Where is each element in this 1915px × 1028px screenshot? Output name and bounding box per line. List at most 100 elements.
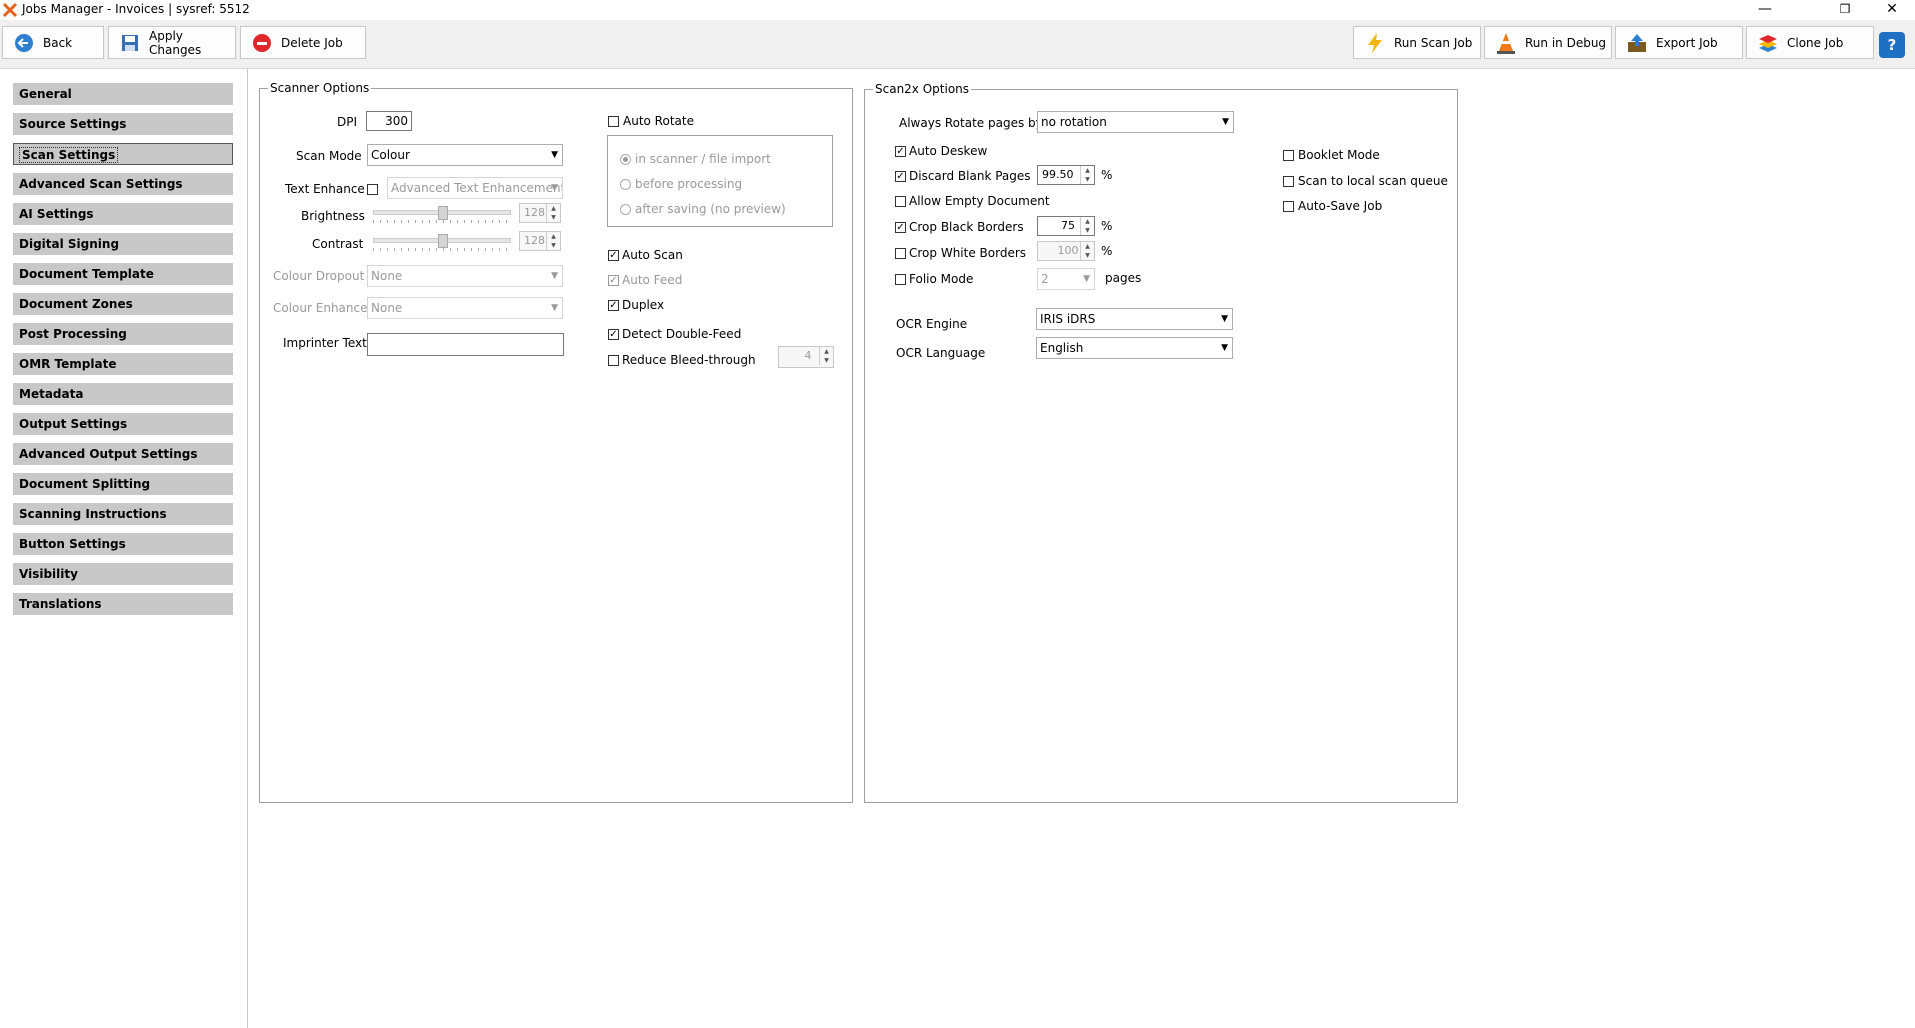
- rotate-before-processing-radio[interactable]: [620, 179, 631, 190]
- chevron-down-icon: ▼: [551, 271, 558, 281]
- detect-double-feed-checkbox[interactable]: ✓: [608, 329, 619, 340]
- sidebar-item-document-splitting[interactable]: Document Splitting: [13, 473, 233, 495]
- restore-button[interactable]: ❐: [1822, 0, 1868, 20]
- text-enhance-label: Text Enhance: [285, 182, 365, 196]
- discard-blank-label: Discard Blank Pages: [909, 169, 1031, 183]
- imprinter-text-label: Imprinter Text: [283, 336, 367, 350]
- auto-feed-checkbox[interactable]: ✓: [608, 275, 619, 286]
- sidebar-item-document-zones[interactable]: Document Zones: [13, 293, 233, 315]
- dpi-input[interactable]: 300: [366, 111, 412, 131]
- reduce-bleed-checkbox[interactable]: [608, 355, 619, 366]
- layers-icon: [1757, 32, 1779, 54]
- sidebar-item-advanced-output-settings[interactable]: Advanced Output Settings: [13, 443, 233, 465]
- crop-white-percent: %: [1101, 244, 1113, 258]
- colour-enhance-label: Colour Enhance: [273, 301, 368, 315]
- back-button[interactable]: Back: [2, 26, 104, 59]
- allow-empty-checkbox[interactable]: [895, 196, 906, 207]
- dpi-label: DPI: [337, 115, 358, 129]
- sidebar-item-metadata[interactable]: Metadata: [13, 383, 233, 405]
- sidebar-item-omr-template[interactable]: OMR Template: [13, 353, 233, 375]
- ocr-language-select[interactable]: English ▼: [1036, 337, 1233, 359]
- crop-black-label: Crop Black Borders: [909, 220, 1024, 234]
- run-scan-job-button[interactable]: Run Scan Job: [1353, 26, 1481, 59]
- colour-dropout-label: Colour Dropout: [273, 269, 365, 283]
- traffic-cone-icon: [1495, 32, 1517, 54]
- sidebar-item-post-processing[interactable]: Post Processing: [13, 323, 233, 345]
- close-window-button[interactable]: ✕: [1869, 0, 1915, 20]
- auto-deskew-checkbox[interactable]: ✓: [895, 146, 906, 157]
- run-in-debug-button[interactable]: Run in Debug: [1484, 26, 1612, 59]
- minimize-button[interactable]: —: [1742, 0, 1788, 20]
- crop-white-label: Crop White Borders: [909, 246, 1027, 260]
- title-bar: Jobs Manager - Invoices | sysref: 5512 —…: [0, 0, 1915, 20]
- sidebar-item-translations[interactable]: Translations: [13, 593, 233, 615]
- sidebar-item-button-settings[interactable]: Button Settings: [13, 533, 233, 555]
- crop-white-checkbox[interactable]: [895, 248, 906, 259]
- sidebar-item-advanced-scan-settings[interactable]: Advanced Scan Settings: [13, 173, 233, 195]
- crop-black-spinner[interactable]: 75 ▲ ▼: [1037, 216, 1095, 236]
- auto-scan-checkbox[interactable]: ✓: [608, 250, 619, 261]
- colour-enhance-select[interactable]: None ▼: [367, 297, 563, 319]
- auto-rotate-checkbox[interactable]: [608, 116, 619, 127]
- imprinter-text-input[interactable]: [367, 333, 564, 356]
- brightness-label: Brightness: [301, 209, 365, 223]
- chevron-down-icon: ▼: [1221, 343, 1228, 353]
- bleed-through-spinner[interactable]: 4 ▲ ▼: [778, 346, 834, 368]
- rotate-after-saving-radio[interactable]: [620, 204, 631, 215]
- clone-job-button[interactable]: Clone Job: [1746, 26, 1874, 59]
- folio-pages-select[interactable]: 2 ▼: [1037, 268, 1095, 290]
- contrast-spinner[interactable]: 128 ▲ ▼: [519, 231, 561, 251]
- folio-mode-checkbox[interactable]: [895, 274, 906, 285]
- chevron-down-icon: ▼: [1222, 117, 1229, 127]
- sidebar-item-document-template[interactable]: Document Template: [13, 263, 233, 285]
- scanner-options-title: Scanner Options: [268, 81, 372, 95]
- brightness-slider[interactable]: [373, 206, 511, 226]
- text-enhance-checkbox[interactable]: [367, 184, 378, 195]
- sidebar-item-output-settings[interactable]: Output Settings: [13, 413, 233, 435]
- brightness-spinner[interactable]: 128 ▲ ▼: [519, 203, 561, 223]
- discard-blank-checkbox[interactable]: ✓: [895, 171, 906, 182]
- crop-white-spinner[interactable]: 100 ▲ ▼: [1037, 241, 1095, 261]
- auto-feed-label: Auto Feed: [622, 273, 683, 287]
- sidebar-item-digital-signing[interactable]: Digital Signing: [13, 233, 233, 255]
- auto-save-label: Auto-Save Job: [1298, 199, 1383, 213]
- colour-dropout-select[interactable]: None ▼: [367, 265, 563, 287]
- rotate-after-saving-label: after saving (no preview): [635, 202, 786, 216]
- sidebar-item-source-settings[interactable]: Source Settings: [13, 113, 233, 135]
- sidebar-item-general[interactable]: General: [13, 83, 233, 105]
- discard-blank-percent: %: [1101, 168, 1113, 182]
- rotate-before-processing-label: before processing: [635, 177, 743, 191]
- help-button[interactable]: ?: [1879, 32, 1905, 58]
- booklet-mode-checkbox[interactable]: [1283, 150, 1294, 161]
- chevron-down-icon: ▼: [1221, 314, 1228, 324]
- auto-rotate-label: Auto Rotate: [623, 114, 694, 128]
- export-icon: [1626, 32, 1648, 54]
- ocr-engine-select[interactable]: IRIS iDRS ▼: [1036, 308, 1233, 330]
- sidebar-item-scanning-instructions[interactable]: Scanning Instructions: [13, 503, 233, 525]
- duplex-checkbox[interactable]: ✓: [608, 300, 619, 311]
- export-job-button[interactable]: Export Job: [1615, 26, 1743, 59]
- delete-job-button[interactable]: Delete Job: [240, 26, 366, 59]
- app-logo-icon: [2, 2, 18, 18]
- auto-save-checkbox[interactable]: [1283, 201, 1294, 212]
- window-title: Jobs Manager - Invoices | sysref: 5512: [22, 2, 250, 16]
- contrast-slider[interactable]: [373, 234, 511, 254]
- scan-local-queue-checkbox[interactable]: [1283, 176, 1294, 187]
- scan-local-queue-label: Scan to local scan queue: [1298, 174, 1448, 188]
- sidebar-item-ai-settings[interactable]: AI Settings: [13, 203, 233, 225]
- booklet-mode-label: Booklet Mode: [1298, 148, 1380, 162]
- scan2x-options-title: Scan2x Options: [873, 82, 972, 96]
- sidebar-item-scan-settings[interactable]: Scan Settings: [13, 143, 233, 165]
- ocr-engine-label: OCR Engine: [896, 317, 968, 331]
- rotate-in-scanner-label: in scanner / file import: [635, 152, 771, 166]
- rotate-in-scanner-radio[interactable]: [620, 154, 631, 165]
- crop-black-checkbox[interactable]: ✓: [895, 222, 906, 233]
- discard-blank-spinner[interactable]: 99.50 ▲ ▼: [1037, 165, 1095, 185]
- sidebar-item-visibility[interactable]: Visibility: [13, 563, 233, 585]
- duplex-label: Duplex: [622, 298, 665, 312]
- apply-changes-button[interactable]: Apply Changes: [108, 26, 236, 59]
- chevron-down-icon: ▼: [551, 303, 558, 313]
- always-rotate-select[interactable]: no rotation ▼: [1037, 111, 1234, 133]
- text-enhance-select[interactable]: Advanced Text Enhancement ▼: [387, 177, 563, 199]
- scan-mode-select[interactable]: Colour ▼: [367, 144, 563, 166]
